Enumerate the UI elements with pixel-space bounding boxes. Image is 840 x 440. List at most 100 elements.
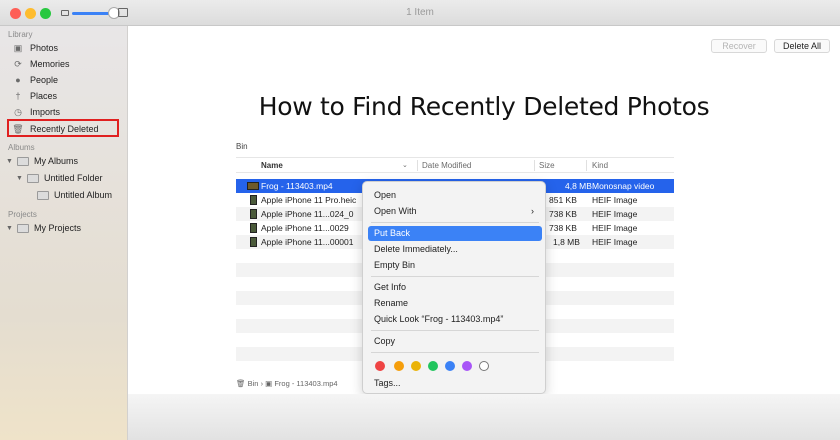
- library-section-label: Library: [8, 30, 33, 39]
- image-thumbnail-icon: [250, 195, 257, 205]
- person-icon: ●: [15, 75, 21, 85]
- window-title: 1 Item: [406, 7, 434, 18]
- menu-item-empty-bin[interactable]: Empty Bin: [368, 258, 542, 273]
- sidebar-item-label: Places: [30, 91, 58, 101]
- column-size[interactable]: Size: [539, 161, 555, 170]
- recover-button[interactable]: Recover: [711, 39, 767, 53]
- menu-item-open[interactable]: Open: [368, 188, 542, 203]
- sidebar: Library ▣ Photos ⟳ Memories ● People † P…: [0, 26, 128, 440]
- tag-green-dot[interactable]: [428, 361, 438, 371]
- path-file[interactable]: Frog - 113403.mp4: [274, 379, 337, 388]
- sidebar-item-label: Photos: [30, 43, 59, 53]
- bin-title: Bin: [236, 142, 248, 151]
- file-size: 851 KB: [549, 195, 577, 205]
- path-bin[interactable]: Bin: [248, 379, 259, 388]
- folder-icon: [17, 223, 29, 233]
- menu-item-open-with[interactable]: Open With ›: [368, 204, 542, 219]
- sidebar-item-label: My Projects: [34, 223, 82, 233]
- context-menu: Open Open With › Put Back Delete Immedia…: [362, 181, 546, 394]
- sidebar-item-people[interactable]: ● People: [12, 72, 58, 88]
- file-size: 738 KB: [549, 223, 577, 233]
- sidebar-item-label: People: [30, 75, 59, 85]
- menu-separator: [371, 352, 539, 353]
- trash-icon: 🗑: [236, 379, 246, 388]
- video-icon: ▣: [265, 379, 273, 388]
- menu-separator: [371, 222, 539, 223]
- menu-item-put-back[interactable]: Put Back: [368, 226, 542, 241]
- sidebar-item-label: My Albums: [34, 156, 79, 166]
- sidebar-item-places[interactable]: † Places: [12, 88, 57, 104]
- tag-red-dot[interactable]: [375, 361, 385, 371]
- sidebar-item-my-projects[interactable]: ▼ My Projects: [6, 220, 81, 236]
- menu-item-quick-look[interactable]: Quick Look “Frog - 113403.mp4”: [368, 312, 542, 327]
- column-name[interactable]: Name: [261, 161, 283, 170]
- file-kind: HEIF Image: [592, 195, 638, 205]
- image-thumbnail-icon: [250, 209, 257, 219]
- title-bar: 1 Item: [0, 0, 840, 26]
- file-kind: HEIF Image: [592, 209, 638, 219]
- article-headline: How to Find Recently Deleted Photos: [258, 92, 710, 121]
- sidebar-item-label: Untitled Album: [54, 190, 113, 200]
- chevron-right-icon: ›: [531, 206, 534, 216]
- column-separator: [534, 160, 535, 171]
- pin-icon: †: [15, 91, 21, 101]
- file-size: 738 KB: [549, 209, 577, 219]
- bin-column-header: Name ⌄ Date Modified Size Kind: [236, 157, 674, 173]
- chevron-down-icon[interactable]: ⌄: [402, 161, 408, 169]
- column-separator: [417, 160, 418, 171]
- menu-item-label: Open With: [374, 206, 417, 216]
- file-name: Apple iPhone 11...00001: [261, 237, 354, 247]
- file-kind: HEIF Image: [592, 223, 638, 233]
- menu-item-copy[interactable]: Copy: [368, 334, 542, 349]
- column-kind[interactable]: Kind: [592, 161, 608, 170]
- albums-section-label: Albums: [8, 143, 35, 152]
- chevron-right-icon: ›: [260, 379, 264, 388]
- image-thumbnail-icon: [250, 237, 257, 247]
- menu-item-rename[interactable]: Rename: [368, 296, 542, 311]
- recently-deleted-highlight-box: [7, 119, 119, 137]
- column-date-modified[interactable]: Date Modified: [422, 161, 471, 170]
- disclosure-triangle-icon[interactable]: ▼: [6, 158, 14, 165]
- memories-icon: ⟳: [14, 59, 22, 69]
- tag-orange-dot[interactable]: [394, 361, 404, 371]
- sidebar-item-photos[interactable]: ▣ Photos: [12, 40, 58, 56]
- menu-separator: [371, 330, 539, 331]
- sidebar-item-imports[interactable]: ◷ Imports: [12, 104, 60, 120]
- folder-icon: [17, 156, 29, 166]
- sidebar-item-untitled-folder[interactable]: ▼ Untitled Folder: [16, 170, 103, 186]
- tag-yellow-dot[interactable]: [411, 361, 421, 371]
- menu-item-get-info[interactable]: Get Info: [368, 280, 542, 295]
- photos-window: 1 Item Library ▣ Photos ⟳ Memories ● Peo…: [0, 0, 840, 440]
- path-bar: 🗑 Bin › ▣ Frog - 113403.mp4: [236, 379, 338, 388]
- folder-icon: [27, 173, 39, 183]
- sidebar-item-label: Imports: [30, 107, 61, 117]
- delete-all-button[interactable]: Delete All: [774, 39, 830, 53]
- file-kind: Monosnap video: [592, 181, 655, 191]
- sidebar-item-my-albums[interactable]: ▼ My Albums: [6, 153, 78, 169]
- disclosure-triangle-icon[interactable]: ▼: [6, 225, 14, 232]
- sidebar-item-untitled-album[interactable]: Untitled Album: [37, 187, 112, 203]
- tag-purple-dot[interactable]: [462, 361, 472, 371]
- video-thumbnail-icon: [247, 182, 259, 190]
- album-icon: [37, 190, 49, 200]
- file-kind: HEIF Image: [592, 237, 638, 247]
- image-thumbnail-icon: [250, 223, 257, 233]
- clock-icon: ◷: [14, 107, 22, 117]
- column-separator: [586, 160, 587, 171]
- tag-blue-dot[interactable]: [445, 361, 455, 371]
- sidebar-item-memories[interactable]: ⟳ Memories: [12, 56, 70, 72]
- menu-item-delete-immediately[interactable]: Delete Immediately...: [368, 242, 542, 257]
- tag-none-dot[interactable]: [479, 361, 489, 371]
- file-size: 4,8 MB: [565, 181, 592, 191]
- photos-icon: ▣: [13, 43, 23, 53]
- file-name: Apple iPhone 11...0029: [261, 223, 349, 233]
- projects-section-label: Projects: [8, 210, 37, 219]
- sidebar-item-label: Memories: [30, 59, 70, 69]
- menu-separator: [371, 276, 539, 277]
- file-name: Frog - 113403.mp4: [261, 181, 333, 191]
- file-size: 1,8 MB: [553, 237, 580, 247]
- menu-item-tags[interactable]: Tags...: [368, 376, 542, 391]
- sidebar-item-label: Untitled Folder: [44, 173, 103, 183]
- bottom-gradient: [128, 394, 840, 440]
- disclosure-triangle-icon[interactable]: ▼: [16, 175, 24, 182]
